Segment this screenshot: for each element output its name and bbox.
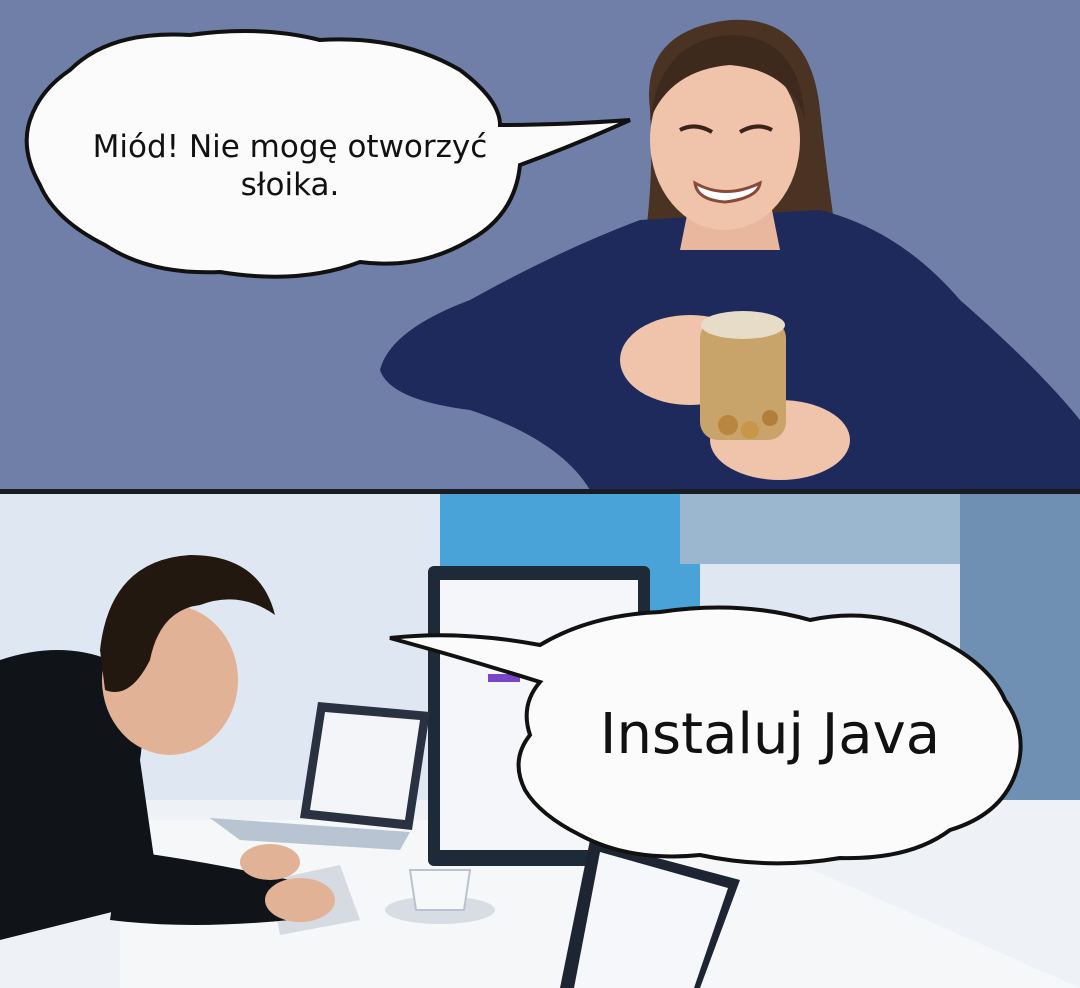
woman-opening-jar-illustration <box>0 0 1080 490</box>
bottom-speech-text: Instaluj Java <box>599 702 941 767</box>
top-panel: Miód! Nie mogę otworzyć słoika. <box>0 0 1080 490</box>
jar-icon <box>700 311 786 440</box>
bottom-panel: Instaluj Java <box>0 494 1080 988</box>
top-speech-text: Miód! Nie mogę otworzyć słoika. <box>92 129 488 203</box>
